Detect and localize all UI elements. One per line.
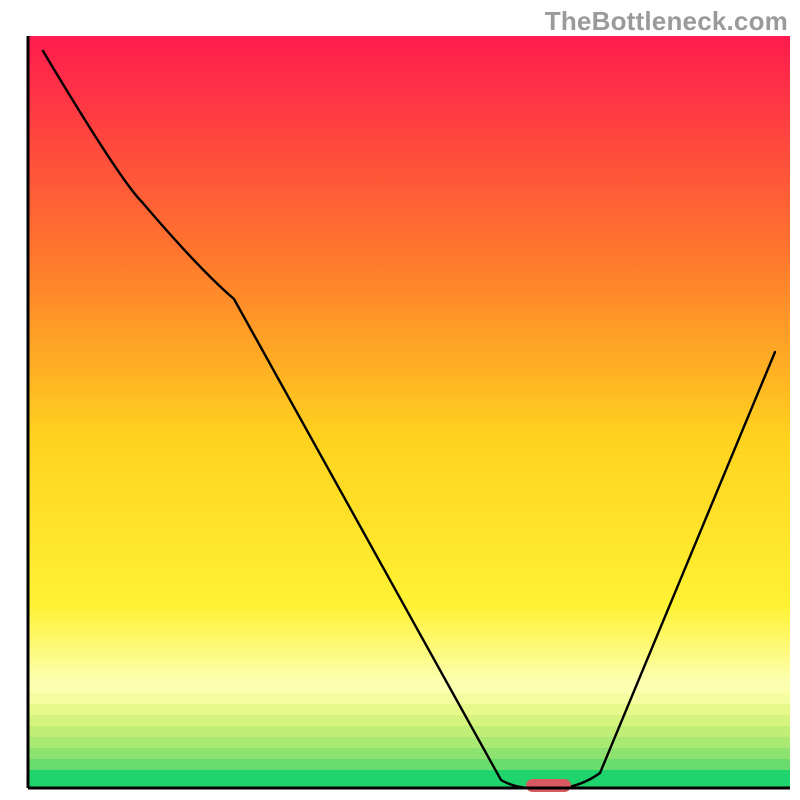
gradient-band-floor xyxy=(28,770,790,788)
gradient-band-stripes xyxy=(28,682,790,770)
optimum-marker xyxy=(526,779,571,792)
gradient-band-main xyxy=(28,36,790,682)
chart-container: TheBottleneck.com xyxy=(0,0,800,800)
bottleneck-chart xyxy=(0,0,800,800)
plot-area xyxy=(28,36,790,792)
